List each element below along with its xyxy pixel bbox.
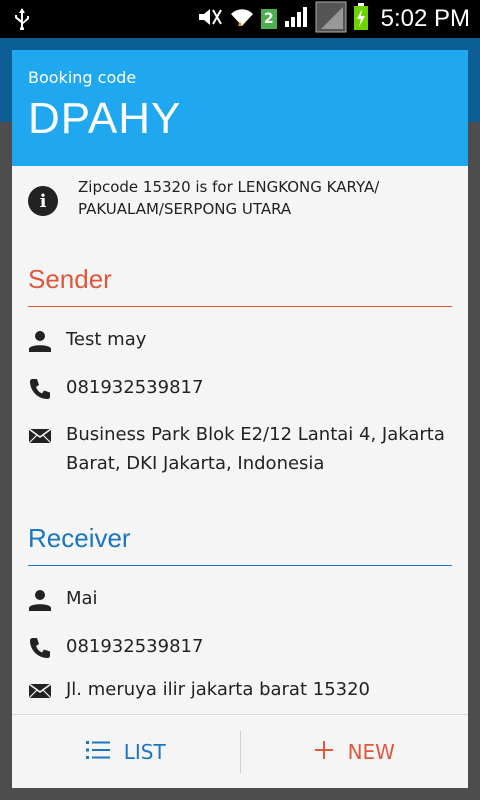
booking-code-label: Booking code: [28, 68, 137, 87]
zipcode-info: i Zipcode 15320 is for LENGKONG KARYA/ P…: [28, 176, 458, 220]
person-icon: [28, 588, 52, 612]
receiver-phone: 081932539817: [66, 636, 204, 657]
sender-divider: [28, 306, 452, 307]
receiver-address: Jl. meruya ilir jakarta barat 15320: [66, 679, 371, 700]
wifi-icon: [229, 6, 255, 32]
signal-icon: [283, 5, 309, 33]
zipcode-info-text: Zipcode 15320 is for LENGKONG KARYA/ PAK…: [78, 178, 380, 218]
phone-icon: [28, 636, 52, 660]
sender-phone: 081932539817: [66, 377, 204, 398]
booking-dialog: Booking code DPAHY i Zipcode 15320 is fo…: [12, 50, 468, 788]
sender-name-row: Test may: [28, 327, 452, 354]
receiver-address-row: Jl. meruya ilir jakarta barat 15320: [28, 677, 452, 704]
sender-address-row: Business Park Blok E2/12 Lantai 4, Jakar…: [28, 422, 452, 478]
info-icon: i: [28, 186, 58, 216]
status-bar: 2 5:02 PM: [0, 0, 480, 38]
receiver-title: Receiver: [28, 523, 131, 553]
receiver-name-row: Mai: [28, 586, 452, 613]
dialog-actions: LIST NEW: [12, 714, 468, 788]
booking-code: DPAHY: [28, 94, 182, 143]
list-icon: [85, 737, 110, 767]
mail-icon: [28, 424, 52, 448]
mail-icon: [28, 679, 52, 703]
sim-badge: 2: [260, 9, 277, 29]
receiver-name: Mai: [66, 588, 98, 609]
mute-icon: [197, 6, 223, 32]
sender-title: Sender: [28, 264, 112, 294]
new-button-label: NEW: [347, 740, 395, 764]
receiver-divider: [28, 565, 452, 566]
battery-icon: [353, 3, 369, 35]
sender-name: Test may: [66, 329, 147, 350]
sender-phone-row: 081932539817: [28, 375, 452, 402]
usb-icon: [14, 8, 30, 34]
clock: 5:02 PM: [380, 5, 470, 32]
receiver-phone-row: 081932539817: [28, 634, 452, 661]
phone-icon: [28, 377, 52, 401]
list-button-label: LIST: [123, 740, 166, 764]
list-button[interactable]: LIST: [12, 715, 240, 788]
new-button[interactable]: NEW: [241, 715, 469, 788]
sender-address: Business Park Blok E2/12 Lantai 4, Jakar…: [66, 424, 445, 474]
dialog-header: Booking code DPAHY: [12, 50, 468, 166]
plus-icon: [314, 737, 334, 767]
person-icon: [28, 329, 52, 353]
signal-box-icon: [315, 1, 347, 37]
